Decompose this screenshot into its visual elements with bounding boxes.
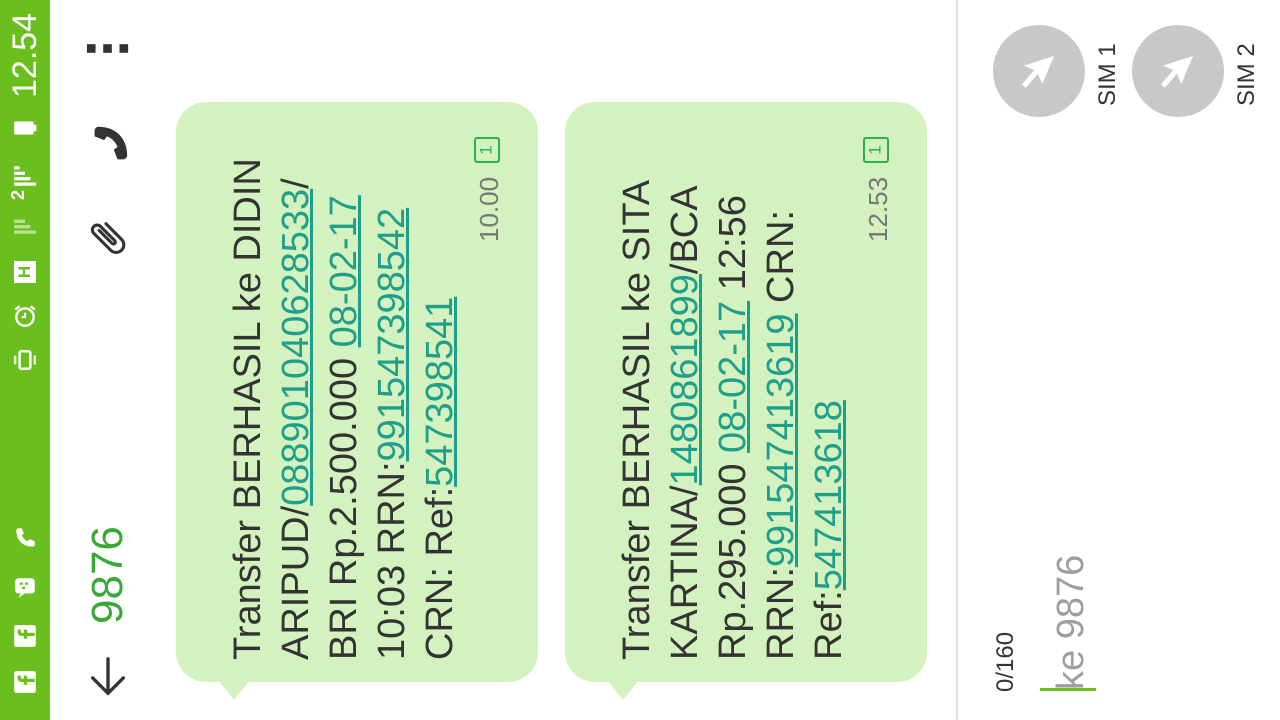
sim-badge-label: 1: [866, 145, 885, 155]
message-link[interactable]: 1480861899: [664, 274, 706, 485]
message-segment: CRN: Ref:: [419, 486, 461, 660]
message-time: 10.00: [474, 176, 504, 242]
facebook-icon: [9, 620, 41, 652]
message-time: 12.53: [863, 176, 893, 242]
send-sim2-button[interactable]: [1132, 25, 1224, 117]
panel-divider: [956, 0, 958, 720]
status-bar: 12.54 2 H: [0, 0, 50, 720]
message-link[interactable]: 547413618: [808, 400, 850, 590]
network-h-icon: H: [9, 256, 41, 288]
back-arrow-icon[interactable]: [84, 652, 132, 700]
message-link[interactable]: 088901040628533: [275, 189, 317, 506]
phone-icon: [9, 522, 41, 554]
sim2-indicator: 2: [8, 189, 28, 200]
message-link[interactable]: 991547398542: [371, 208, 413, 462]
signal-icon: [9, 160, 41, 192]
contact-name[interactable]: 9876: [83, 526, 132, 624]
send-icon: [1021, 55, 1055, 88]
vibrate-icon: [9, 344, 41, 376]
message-link[interactable]: 08-02-17: [323, 195, 365, 347]
send-icon: [1160, 55, 1194, 88]
send-sim1-button[interactable]: [993, 25, 1085, 117]
sim-badge: 1: [474, 137, 500, 163]
bbm-icon: [9, 572, 41, 604]
sim-badge-label: 1: [477, 145, 496, 155]
message-link[interactable]: 08-02-17: [712, 301, 754, 453]
sim2-label: SIM 2: [1233, 43, 1260, 106]
input-underline: [1040, 688, 1096, 691]
attachment-icon[interactable]: [84, 214, 132, 262]
char-counter: 0/160: [992, 631, 1019, 692]
sim-badge: 1: [863, 137, 889, 163]
sim1-label: SIM 1: [1094, 43, 1121, 106]
alarm-icon: [9, 300, 41, 332]
message-link[interactable]: 547398541: [419, 297, 461, 487]
message-bubble[interactable]: Transfer BERHASIL ke SITA KARTINA/148086…: [565, 102, 927, 700]
message-text: Transfer BERHASIL ke SITA KARTINA/148086…: [613, 120, 853, 660]
overflow-menu-icon[interactable]: [84, 24, 132, 72]
message-text: Transfer BERHASIL ke DIDIN ARIPUD/088901…: [224, 120, 464, 660]
message-link[interactable]: 991547413619: [760, 314, 802, 568]
battery-icon: [9, 112, 41, 144]
signal-icon: [9, 208, 41, 240]
facebook-icon: [9, 666, 41, 698]
network-label: H: [14, 261, 36, 283]
message-bubble[interactable]: Transfer BERHASIL ke DIDIN ARIPUD/088901…: [176, 102, 538, 700]
status-time: 12.54: [6, 12, 44, 98]
call-icon[interactable]: [84, 120, 132, 168]
message-segment: 10:03 RRN:: [371, 461, 413, 660]
message-input[interactable]: ke 9876: [1050, 555, 1092, 690]
